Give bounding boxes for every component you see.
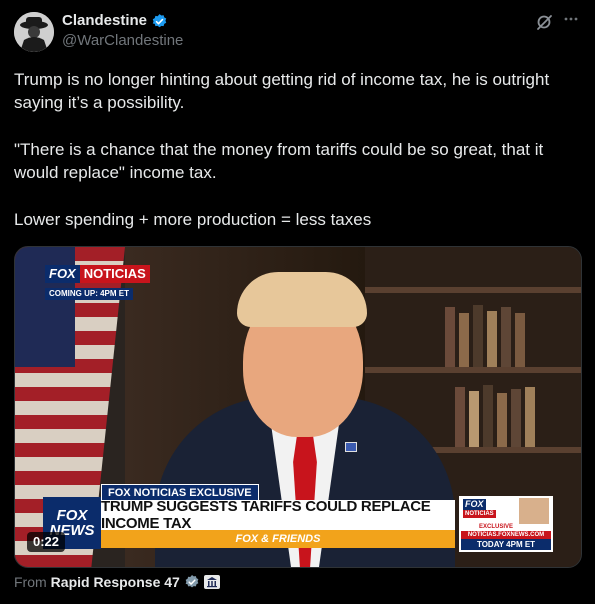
promo-time-text: TODAY 4PM ET	[461, 539, 551, 550]
government-building-icon	[203, 575, 220, 589]
post-paragraph: Lower spending + more production = less …	[14, 210, 372, 229]
author-display-name[interactable]: Clandestine	[62, 12, 147, 30]
post-paragraph: "There is a chance that the money from t…	[14, 140, 544, 182]
author-name-row: Clandestine	[62, 12, 168, 30]
verified-badge-icon[interactable]	[151, 13, 168, 30]
logo-line-1: FOX	[56, 507, 88, 524]
video-duration-badge: 0:22	[27, 532, 66, 552]
grok-icon[interactable]	[535, 12, 555, 32]
video-attribution: From Rapid Response 47	[14, 574, 220, 590]
promo-fox-text: FOX	[463, 499, 486, 510]
avatar[interactable]	[14, 12, 54, 52]
promo-exclusive-text: EXCLUSIVE	[479, 524, 514, 530]
author-handle[interactable]: @WarClandestine	[62, 32, 183, 50]
chyron-headline: TRUMP SUGGESTS TARIFFS COULD REPLACE INC…	[101, 498, 431, 532]
promo-box: FOX NOTICIAS EXCLUSIVE NOTICIAS.FOXNEWS.…	[459, 496, 553, 552]
from-label: From	[14, 574, 47, 590]
post-paragraph: Trump is no longer hinting about getting…	[14, 70, 550, 112]
promo-noticias-text: NOTICIAS	[463, 510, 496, 518]
bug-fox-text: FOX	[45, 265, 80, 283]
video-player[interactable]: FOX NOTICIAS COMING UP: 4PM ET FOX NEWS …	[14, 246, 582, 568]
post: Clandestine @WarClandestine Trump is no …	[0, 0, 595, 604]
show-bar: FOX & FRIENDS	[101, 530, 455, 548]
fox-noticias-bug: FOX NOTICIAS COMING UP: 4PM ET	[45, 265, 150, 301]
chyron: TRUMP SUGGESTS TARIFFS COULD REPLACE INC…	[101, 498, 455, 532]
post-text: Trump is no longer hinting about getting…	[14, 68, 584, 231]
promo-thumbnail	[519, 498, 549, 524]
promo-url-text: NOTICIAS.FOXNEWS.COM	[461, 531, 551, 539]
source-name-link[interactable]: Rapid Response 47	[51, 574, 180, 590]
more-icon[interactable]	[560, 10, 582, 32]
bug-coming-up-text: COMING UP: 4PM ET	[45, 288, 134, 300]
verified-badge-icon[interactable]	[184, 574, 200, 590]
bug-noticias-text: NOTICIAS	[79, 265, 150, 283]
show-name: FOX & FRIENDS	[235, 533, 321, 545]
